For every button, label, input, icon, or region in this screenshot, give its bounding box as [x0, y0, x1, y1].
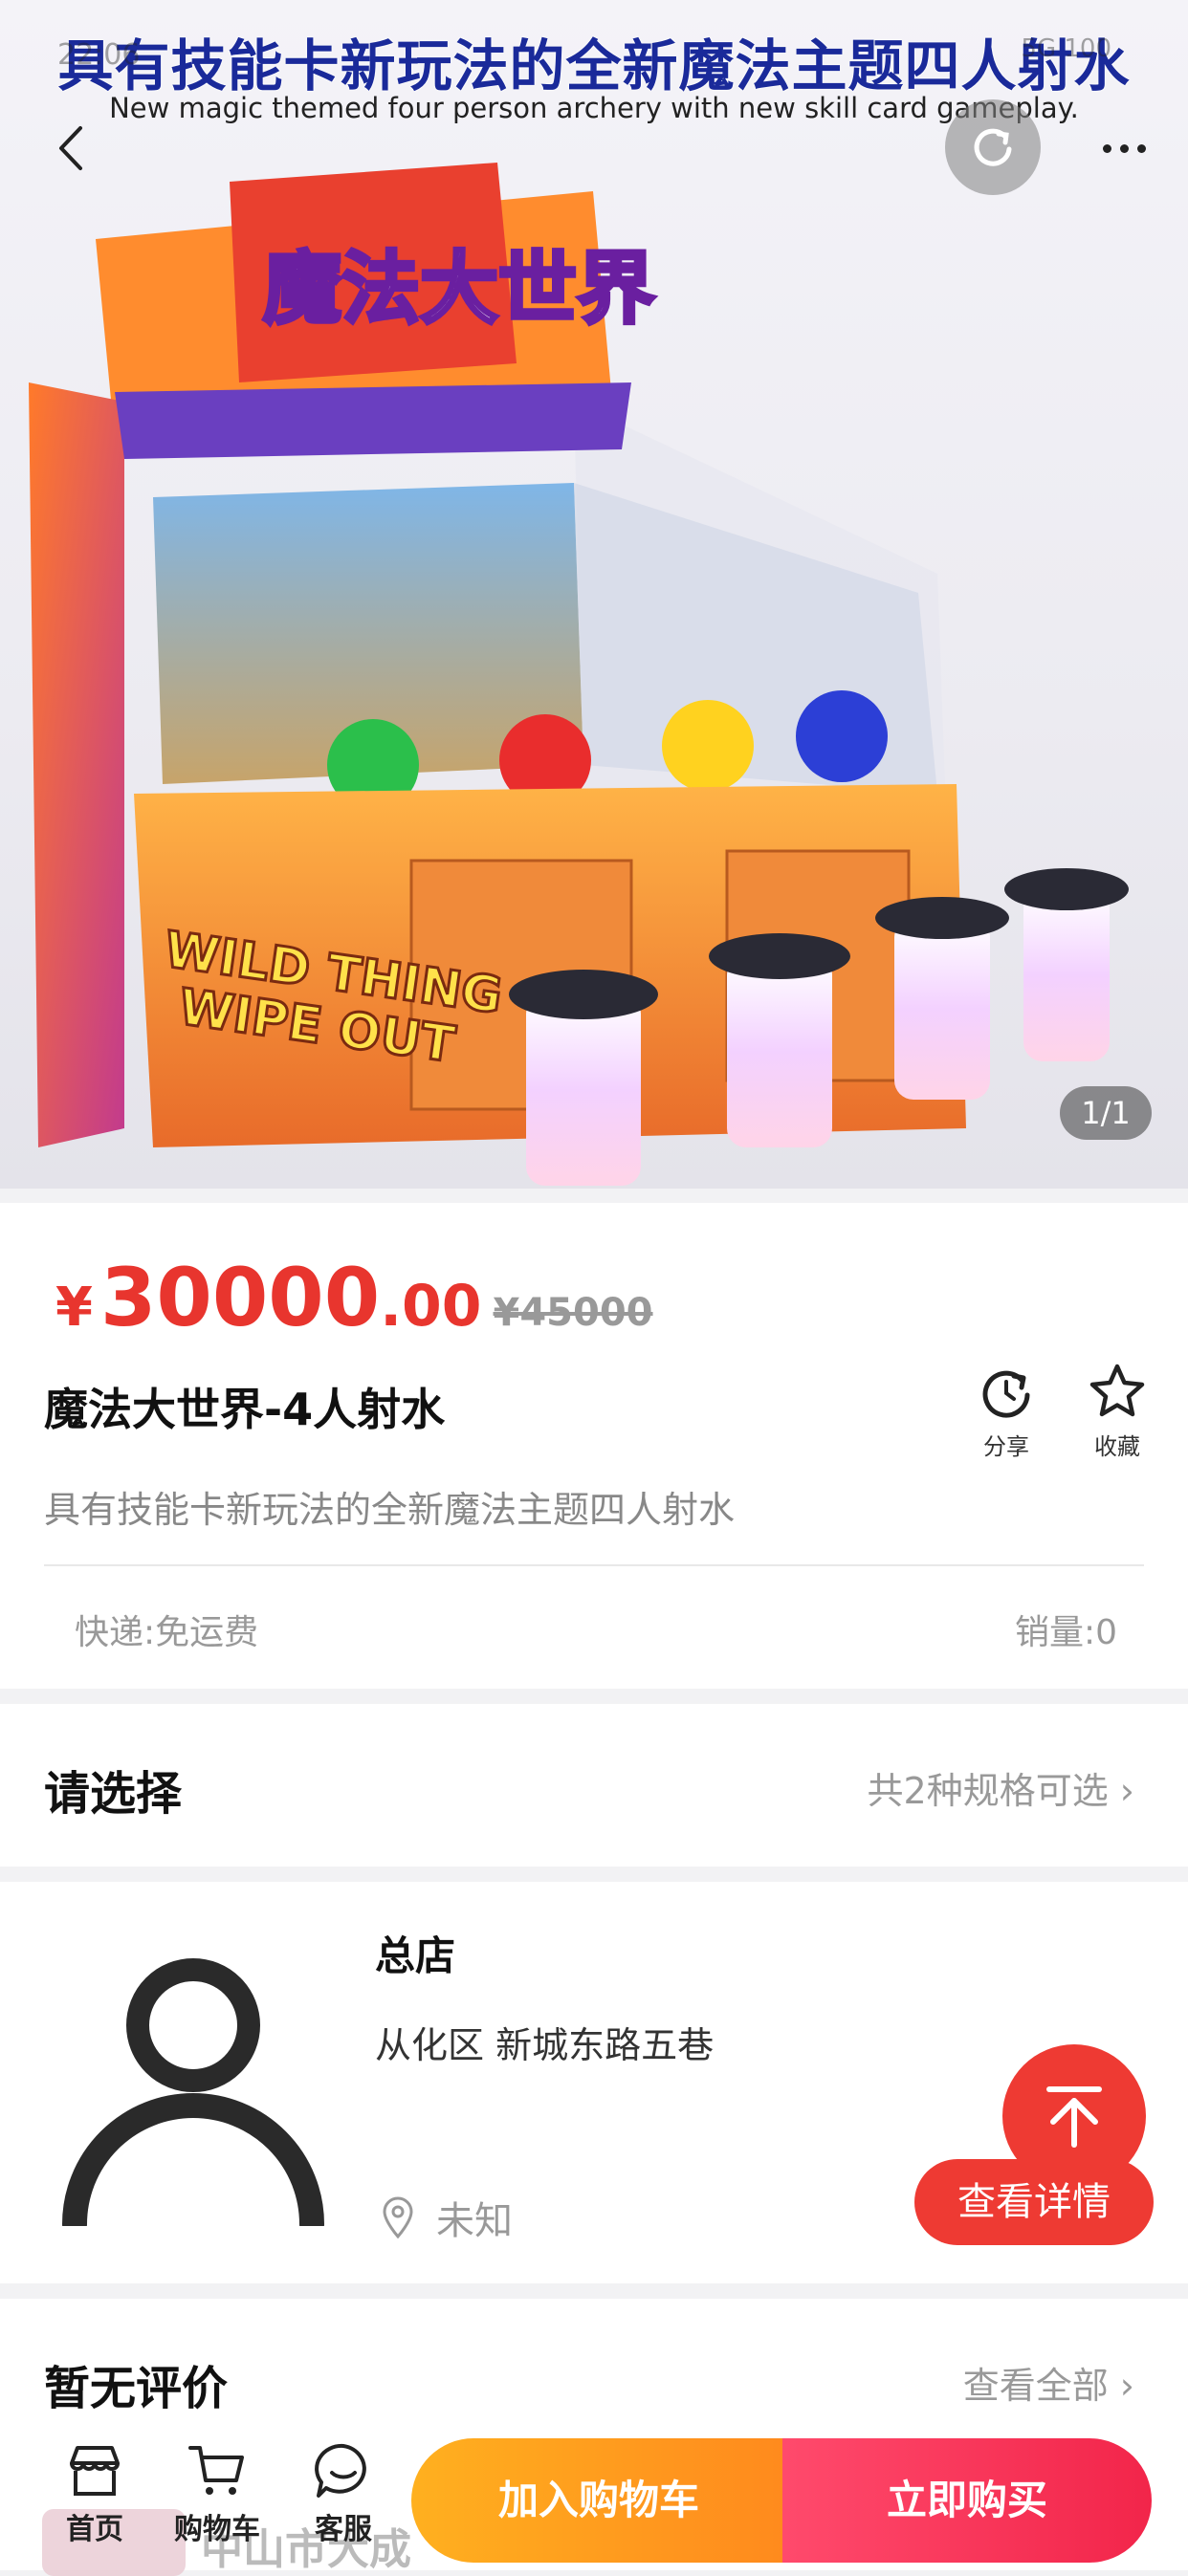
view-all-text: 查看全部 [962, 2365, 1109, 2407]
star-icon [1089, 1364, 1145, 1417]
chevron-right-icon: › [1119, 1770, 1134, 1812]
share-button[interactable]: 分享 [968, 1361, 1045, 1461]
chevron-left-icon [59, 126, 82, 170]
share-label: 分享 [983, 1433, 1029, 1460]
spec-selector-title: 请选择 [44, 1767, 183, 1821]
share-icon [982, 1370, 1030, 1418]
spec-count-text: 共2种规格可选 [867, 1770, 1109, 1812]
nav-customer-service[interactable]: 客服 [291, 2442, 396, 2547]
nav-cart-label: 购物车 [174, 2513, 260, 2546]
store-address: 从化区 新城东路五巷 [375, 2024, 715, 2066]
spec-selector[interactable]: 请选择 共2种规格可选 › [0, 1704, 1188, 1867]
price-decimal: .00 [380, 1273, 482, 1340]
arrow-up-icon [1046, 2086, 1102, 2148]
store-location: 未知 [381, 2190, 513, 2245]
currency-symbol: ¥ [55, 1277, 93, 1339]
refresh-icon [974, 128, 1012, 166]
chevron-right-icon: › [1119, 2365, 1134, 2407]
nav-cart[interactable]: 购物车 [165, 2442, 270, 2547]
product-description: 具有技能卡新玩法的全新魔法主题四人射水 [44, 1489, 736, 1531]
shipping-info: 快递:免运费 [75, 1613, 259, 1652]
product-title: 魔法大世界-4人射水 [44, 1384, 446, 1435]
reviews-title: 暂无评价 [44, 2362, 229, 2415]
store-location-text: 未知 [436, 2199, 513, 2243]
price-row: ¥ 30000 .00 ¥45000 [55, 1251, 653, 1344]
more-dot-icon [1136, 143, 1146, 153]
nav-service-label: 客服 [315, 2513, 372, 2546]
view-details-button[interactable]: 查看详情 [914, 2159, 1154, 2245]
product-info-card: ¥ 30000 .00 ¥45000 魔法大世界-4人射水 分享 收藏 具有技能… [0, 1203, 1188, 1689]
more-options-button[interactable] [1090, 124, 1157, 172]
image-counter: 1/1 [1060, 1086, 1152, 1140]
refresh-button[interactable] [945, 99, 1041, 195]
store-icon [70, 2446, 120, 2496]
sales-count: 销量:0 [1014, 1613, 1117, 1652]
favorite-label: 收藏 [1094, 1433, 1140, 1460]
bottom-action-bar: 首页 购物车 客服 加入购物车 立即购买 [0, 2429, 1188, 2576]
divider [44, 1564, 1144, 1566]
banner-title: 具有技能卡新玩法的全新魔法主题四人射水 [57, 33, 1131, 98]
buy-now-button[interactable]: 立即购买 [782, 2438, 1152, 2563]
back-button[interactable] [38, 115, 105, 182]
more-dot-icon [1119, 143, 1129, 153]
more-dot-icon [1102, 143, 1111, 153]
status-indicators: 5G 100 [1021, 34, 1111, 63]
store-avatar-icon [62, 1958, 324, 2226]
favorite-button[interactable]: 收藏 [1079, 1361, 1155, 1461]
cabinet-title-text: 魔法大世界 [263, 244, 655, 335]
shopping-cart-icon [188, 2446, 244, 2495]
original-price: ¥45000 [493, 1291, 653, 1335]
add-to-cart-button[interactable]: 加入购物车 [411, 2438, 786, 2563]
product-image-gallery[interactable]: 魔法大世界 WILD THING WIPE OUT 具有技能卡新玩法的全新魔法主… [0, 0, 1188, 1189]
store-name: 总店 [375, 1932, 456, 1979]
nav-home-label: 首页 [66, 2513, 123, 2546]
price-integer: 30000 [99, 1251, 381, 1344]
chat-bubble-icon [315, 2443, 366, 2498]
view-all-reviews-link[interactable]: 查看全部 › [963, 2356, 1134, 2409]
status-time: 22:06 [57, 38, 141, 72]
location-pin-icon [383, 2196, 413, 2238]
spec-selector-hint: 共2种规格可选 › [868, 1761, 1134, 1814]
nav-home[interactable]: 首页 [42, 2442, 147, 2547]
